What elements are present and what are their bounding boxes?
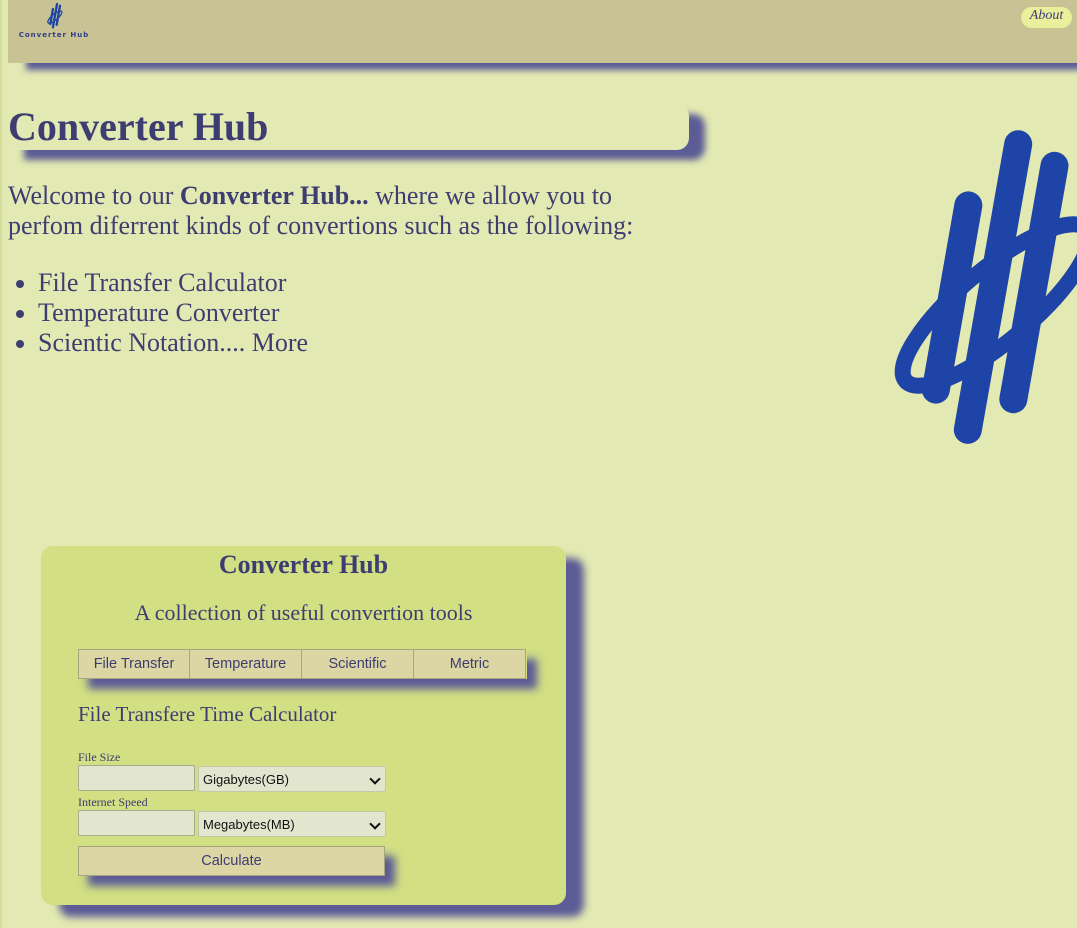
feature-item: Temperature Converter [38,298,308,328]
feature-list: File Transfer Calculator Temperature Con… [8,268,308,358]
file-size-input[interactable] [78,765,195,791]
welcome-brand: Converter Hub... [179,181,369,210]
file-size-label: File Size [78,750,121,764]
about-link[interactable]: About [1021,7,1072,28]
feature-item: File Transfer Calculator [38,268,308,298]
file-size-unit-select[interactable]: Gigabytes(GB) [198,766,386,792]
converter-hub-logo-icon [47,2,63,29]
internet-speed-label: Internet Speed [78,795,148,809]
page-title: Converter Hub [8,104,269,149]
card-subtitle: A collection of useful convertion tools [134,600,473,625]
card-title: Converter Hub [218,550,389,579]
tab-scientific[interactable]: Scientific [302,649,414,679]
converter-card: Converter Hub A collection of useful con… [41,546,566,905]
tab-metric[interactable]: Metric [414,649,526,679]
welcome-prefix: Welcome to our [8,181,180,210]
tool-title: File Transfere Time Calculator [78,702,337,726]
site-logo[interactable]: Converter Hub [16,2,92,40]
file-size-unit-value: Gigabytes(GB) [203,771,289,787]
chevron-down-icon [369,818,381,830]
page-edge [0,0,2,928]
converter-hub-logo-icon [894,130,1077,444]
internet-speed-unit-select[interactable]: Megabytes(MB) [198,811,386,837]
calculate-button[interactable]: Calculate [78,846,385,876]
converter-tabs: File Transfer Temperature Scientific Met… [78,649,527,679]
logo-text: Converter Hub [18,31,90,39]
top-navbar: Converter Hub About [8,0,1077,63]
tab-file-transfer[interactable]: File Transfer [78,649,190,679]
feature-item: Scientic Notation.... More [38,328,308,358]
chevron-down-icon [369,773,381,785]
internet-speed-input[interactable] [78,810,195,836]
internet-speed-unit-value: Megabytes(MB) [203,816,295,832]
hero-title-banner: Converter Hub [8,104,689,150]
welcome-text: Welcome to our Converter Hub... where we… [8,181,668,241]
tab-temperature[interactable]: Temperature [190,649,302,679]
